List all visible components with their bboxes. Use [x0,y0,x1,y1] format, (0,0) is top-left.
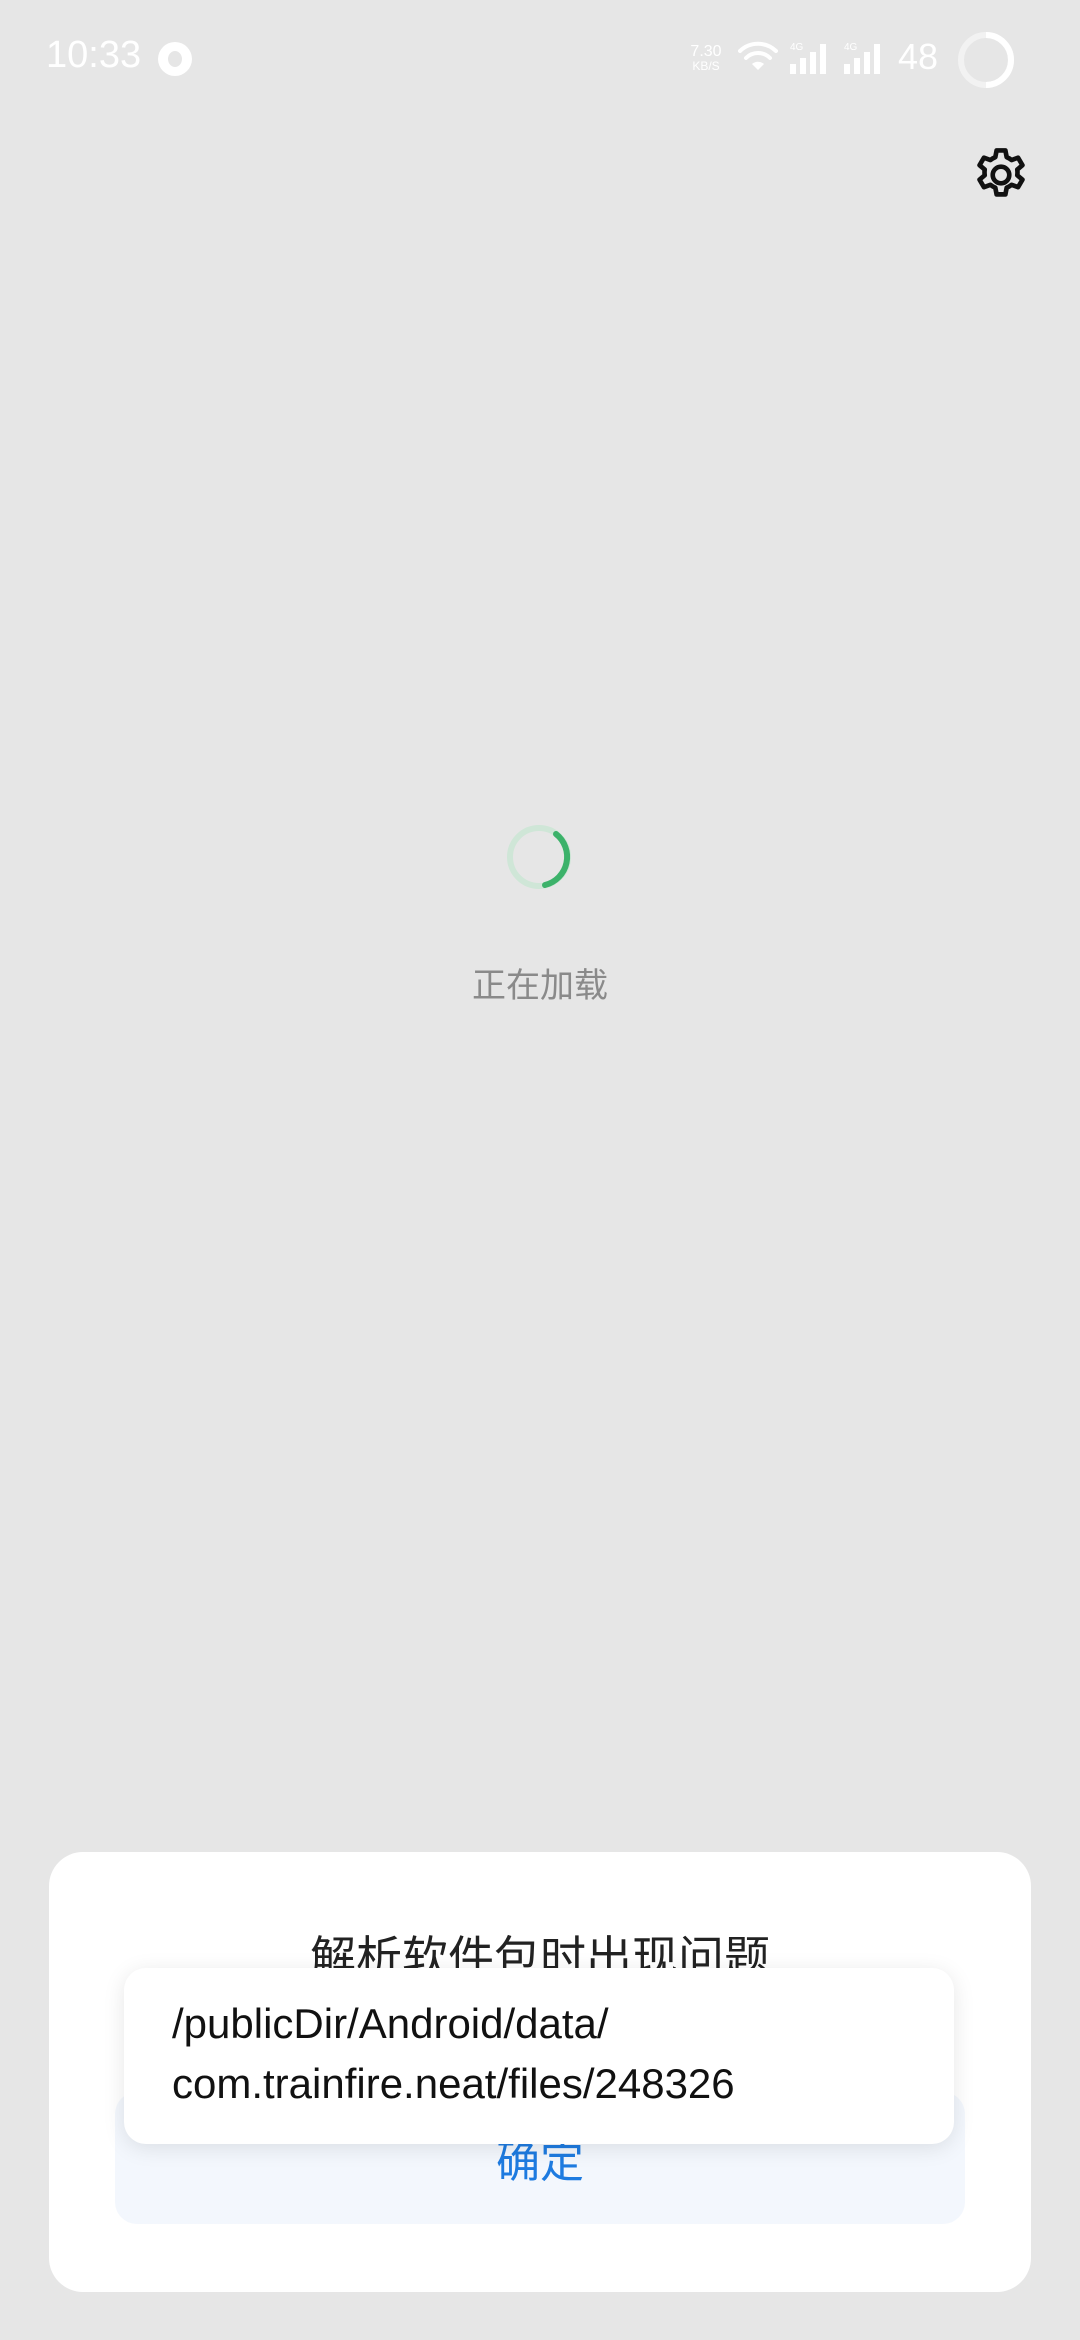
battery-level: 48 [898,36,939,77]
loading-spinner [507,825,571,889]
signal-icon: 4G [844,42,880,74]
battery-ring-icon [958,32,1014,88]
signal-type-label: 4G [844,42,858,53]
network-speed-value: 7.30 [690,43,722,60]
screen: 10:33 7.30 KB/S 4G 4G 48 正在加载 解析软件包时出现问题… [0,0,1080,2340]
gear-icon[interactable] [970,144,1032,206]
loading-text: 正在加载 [472,966,608,1006]
network-speed: 7.30 KB/S [684,44,728,74]
path-line-1: /publicDir/Android/data/ [172,2000,609,2047]
status-bar: 10:33 7.30 KB/S 4G 4G 48 [0,0,1080,120]
status-time: 10:33 [46,34,142,76]
path-line-2: com.trainfire.neat/files/248326 [172,2060,735,2107]
wifi-icon [738,41,778,70]
notification-app-icon [158,42,192,76]
signal-type-label: 4G [790,42,804,53]
path-toast: /publicDir/Android/data/ com.trainfire.n… [124,1968,954,2144]
signal-icon: 4G [790,42,826,74]
network-speed-unit: KB/S [692,59,720,73]
